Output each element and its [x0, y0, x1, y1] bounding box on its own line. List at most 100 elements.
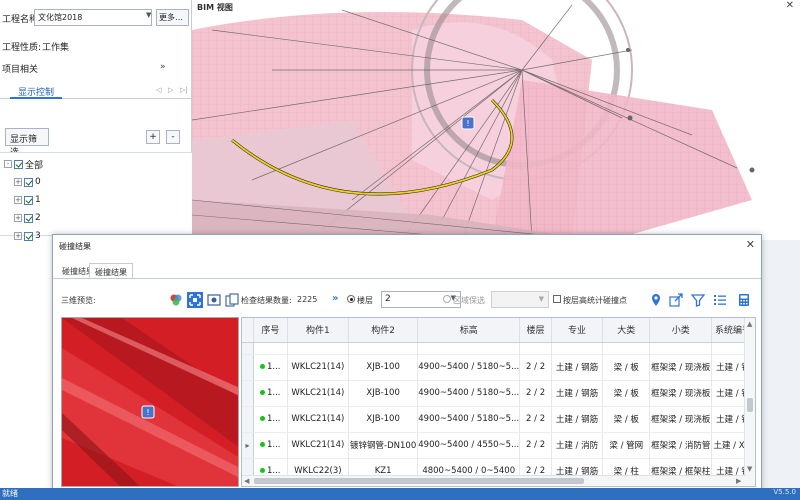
tab-display-control[interactable]: 显示控制 [10, 82, 63, 99]
list-icon[interactable] [713, 293, 727, 307]
plus-button[interactable]: + [146, 130, 160, 144]
table-row[interactable]: 1... WKLC21(14) XJB-100 4900~5400 / 5180… [242, 406, 755, 433]
scroll-left-icon[interactable]: ◀ [244, 477, 249, 485]
project-name-input[interactable]: 文化馆2018 [34, 9, 152, 26]
row-header-current[interactable]: ▸ [242, 432, 254, 459]
count-label: 检查结果数量: [241, 296, 292, 305]
filter-icon[interactable] [691, 293, 705, 307]
close-icon[interactable]: ✕ [746, 238, 755, 251]
horizontal-scrollbar[interactable]: ◀ ▶ [242, 475, 746, 486]
double-chevron-right-icon[interactable]: » [332, 293, 338, 304]
chevron-down-icon[interactable]: ▼ [146, 11, 151, 19]
status-bar: 就绪 V5.5.0 [0, 488, 800, 500]
tab-divider [53, 278, 761, 279]
row-header[interactable] [242, 354, 254, 381]
floor-tree: - 全部 + 0 + 1 + 2 + 3 [0, 152, 192, 241]
area-label: 区域保选 [453, 296, 485, 305]
cell-component2: 镀锌钢管-DN100 [348, 432, 419, 459]
column-header-component2[interactable]: 构件2 [348, 318, 419, 343]
row-header[interactable] [242, 406, 254, 433]
bim-model-render[interactable]: ! [192, 0, 800, 240]
expand-icon[interactable]: + [14, 214, 22, 222]
tab-last-icon[interactable]: ▷| [180, 86, 188, 94]
row-header[interactable] [242, 380, 254, 407]
double-chevron-down-icon[interactable]: » [160, 62, 166, 72]
status-dot-icon [259, 364, 265, 369]
collapse-icon[interactable]: - [4, 160, 12, 168]
table-row-current[interactable]: ▸ 1... WKLC21(14) 镀锌钢管-DN100 4900~5400 /… [242, 432, 755, 459]
tree-item-floor-1[interactable]: + 1 [14, 194, 41, 206]
cell-subcategory: 框架梁 / 消防管 [649, 432, 713, 459]
expand-icon[interactable]: + [14, 196, 22, 204]
expand-icon[interactable]: + [14, 178, 22, 186]
floor-height-checkbox[interactable] [553, 295, 561, 303]
version-label: V5.5.0 [773, 488, 796, 496]
cell-floor: 2 / 2 [519, 406, 552, 433]
clash-preview-render[interactable]: ! [62, 318, 239, 487]
bim-view[interactable]: BIM 视图 ✕ ! [192, 0, 800, 240]
scroll-up-icon[interactable]: ▲ [747, 320, 752, 328]
tab-prev-icon[interactable]: ◁ [156, 86, 161, 94]
horizontal-scroll-thumb[interactable] [254, 478, 584, 484]
cell-subcategory: 框架梁 / 现浇板 [649, 380, 713, 407]
checkbox-checked-icon[interactable] [14, 159, 23, 169]
minus-button[interactable]: - [166, 130, 180, 144]
cell-elevation: 4900~5400 / 4550~5... [417, 432, 521, 459]
tree-item-floor-0[interactable]: + 0 [14, 176, 41, 188]
status-dot-icon [259, 442, 265, 447]
3d-preview-viewport[interactable]: ! [61, 317, 239, 487]
checkbox-checked-icon[interactable] [24, 231, 33, 241]
column-header-elevation[interactable]: 标高 [417, 318, 521, 343]
area-radio[interactable] [443, 295, 451, 303]
cell-category: 梁 / 板 [602, 354, 651, 381]
column-header-major[interactable]: 专业 [551, 318, 604, 343]
expand-icon[interactable]: + [14, 232, 22, 240]
tab-clash-result-2[interactable]: 碰撞结果 [89, 263, 133, 279]
vertical-scroll-thumb[interactable] [747, 398, 753, 412]
cell-subcategory: 框架梁 / 现浇板 [649, 354, 713, 381]
floor-radio[interactable] [347, 295, 355, 303]
status-dot-icon [259, 416, 265, 421]
cell-category: 梁 / 板 [602, 406, 651, 433]
screenshot-icon[interactable] [207, 293, 221, 307]
vertical-scrollbar[interactable]: ▲ ▼ [744, 318, 755, 486]
tree-item-floor-3[interactable]: + 3 [14, 230, 41, 242]
table-row-partial[interactable] [242, 342, 755, 355]
table-row[interactable]: 1... WKLC21(14) XJB-100 4900~5400 / 5180… [242, 380, 755, 407]
copy-icon[interactable] [225, 293, 239, 307]
cell-seq: 1... [253, 406, 288, 433]
cell-seq: 1... [253, 354, 288, 381]
checkbox-checked-icon[interactable] [24, 177, 33, 187]
scroll-down-icon[interactable]: ▼ [747, 465, 752, 473]
more-button[interactable]: 更多… [156, 9, 189, 26]
cell-component2: XJB-100 [348, 380, 419, 407]
table-row[interactable]: 1... WKLC21(14) XJB-100 4900~5400 / 5180… [242, 354, 755, 381]
display-filter-button[interactable]: 显示筛选 [5, 128, 49, 158]
cell-major: 土建 / 消防 [551, 432, 604, 459]
column-header-floor[interactable]: 楼层 [519, 318, 552, 343]
column-header-seq[interactable]: 序号 [253, 318, 288, 343]
tab-next-icon[interactable]: ▷ [168, 86, 173, 94]
scroll-right-icon[interactable]: ▶ [736, 477, 741, 485]
tree-item-label: 全部 [25, 160, 44, 171]
checkbox-checked-icon[interactable] [24, 195, 33, 205]
tree-item-all[interactable]: - 全部 [4, 158, 44, 171]
cell-component1: WKLC21(14) [287, 432, 350, 459]
column-header-category[interactable]: 大类 [602, 318, 651, 343]
fit-view-icon[interactable] [187, 292, 203, 308]
tree-item-floor-2[interactable]: + 2 [14, 212, 41, 224]
close-icon[interactable]: ✕ [786, 0, 794, 11]
color-palette-icon[interactable] [169, 293, 183, 307]
export-icon[interactable] [669, 293, 683, 307]
checkbox-checked-icon[interactable] [24, 213, 33, 223]
calculator-icon[interactable] [737, 293, 751, 307]
current-row-marker-icon: ▸ [245, 440, 250, 450]
seq-text: 1... [266, 362, 281, 372]
column-header-subcategory[interactable]: 小类 [649, 318, 713, 343]
clash-results-table: 序号 构件1 构件2 标高 楼层 专业 大类 小类 系统编号 1... WKLC… [241, 317, 756, 487]
floor-select-value: 2 [385, 294, 391, 304]
location-pin-icon[interactable] [649, 293, 663, 307]
cell-component1: WKLC21(14) [287, 380, 350, 407]
column-header-component1[interactable]: 构件1 [287, 318, 350, 343]
area-select[interactable]: ▼ [491, 291, 549, 308]
